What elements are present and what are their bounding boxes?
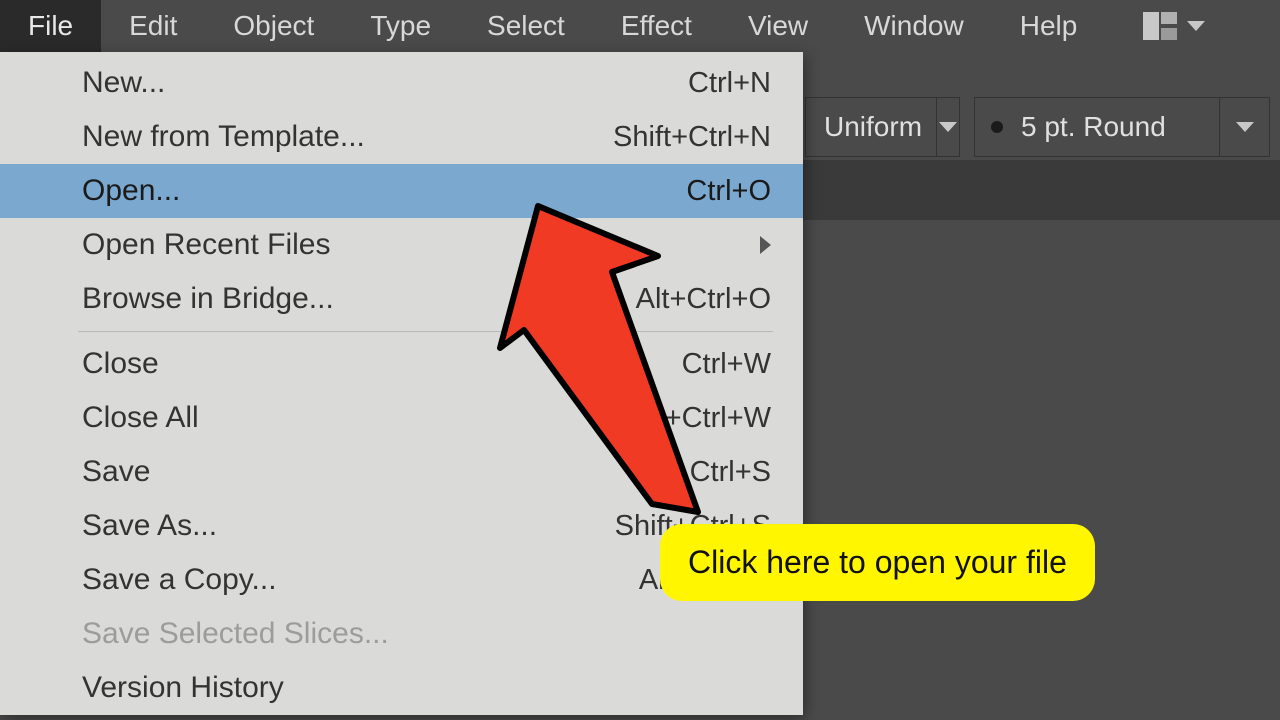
chevron-down-icon xyxy=(1236,122,1254,132)
menu-file[interactable]: File xyxy=(0,0,101,52)
menu-separator xyxy=(78,331,773,332)
stroke-profile-label: Uniform xyxy=(806,111,936,143)
menuitem-shortcut: Ctrl+O xyxy=(686,175,771,208)
menuitem-label: Save a Copy... xyxy=(82,563,277,597)
menuitem-label: Save xyxy=(82,455,150,489)
menuitem-label: Save As... xyxy=(82,509,217,543)
menuitem-shortcut: Shift+Ctrl+N xyxy=(613,121,771,154)
workspace-grid-icon xyxy=(1143,12,1177,40)
workspace-switcher[interactable] xyxy=(1143,12,1205,40)
menu-object[interactable]: Object xyxy=(205,0,342,52)
chevron-down-icon xyxy=(939,122,957,132)
menuitem-label: Browse in Bridge... xyxy=(82,282,334,316)
menuitem-label: Version History xyxy=(82,671,284,705)
menuitem-label: Save Selected Slices... xyxy=(82,617,389,651)
menu-edit[interactable]: Edit xyxy=(101,0,205,52)
menuitem-label: Open Recent Files xyxy=(82,228,330,262)
menu-view[interactable]: View xyxy=(720,0,836,52)
menuitem-shortcut: Alt+Ctrl+O xyxy=(636,283,771,316)
brush-definition-dropdown[interactable]: 5 pt. Round xyxy=(974,97,1270,157)
menuitem-label: New from Template... xyxy=(82,120,365,154)
submenu-arrow-icon xyxy=(760,236,771,254)
menuitem-open[interactable]: Open... Ctrl+O xyxy=(0,164,803,218)
menuitem-shortcut: Ctrl+W xyxy=(682,348,771,381)
menuitem-shortcut: Alt+Ctrl+W xyxy=(631,402,771,435)
menuitem-save-selected-slices: Save Selected Slices... xyxy=(0,607,803,661)
brush-preview-icon xyxy=(991,121,1003,133)
menuitem-browse-in-bridge[interactable]: Browse in Bridge... Alt+Ctrl+O xyxy=(0,272,803,326)
menuitem-label: New... xyxy=(82,66,165,100)
stroke-profile-dropdown[interactable]: Uniform xyxy=(805,97,960,157)
menuitem-close[interactable]: Close Ctrl+W xyxy=(0,337,803,391)
brush-label: 5 pt. Round xyxy=(1003,111,1180,143)
tutorial-callout: Click here to open your file xyxy=(660,524,1095,601)
menu-effect[interactable]: Effect xyxy=(593,0,720,52)
menuitem-shortcut: Ctrl+N xyxy=(688,67,771,100)
chevron-down-icon xyxy=(1187,21,1205,31)
menuitem-open-recent[interactable]: Open Recent Files xyxy=(0,218,803,272)
menuitem-shortcut: Ctrl+S xyxy=(690,456,771,489)
file-menu-dropdown: New... Ctrl+N New from Template... Shift… xyxy=(0,52,803,715)
menuitem-version-history[interactable]: Version History xyxy=(0,661,803,715)
menuitem-new[interactable]: New... Ctrl+N xyxy=(0,56,803,110)
menu-help[interactable]: Help xyxy=(992,0,1106,52)
menu-select[interactable]: Select xyxy=(459,0,593,52)
menu-window[interactable]: Window xyxy=(836,0,992,52)
menuitem-label: Close All xyxy=(82,401,199,435)
menu-type[interactable]: Type xyxy=(342,0,459,52)
menuitem-label: Open... xyxy=(82,174,180,208)
menuitem-save[interactable]: Save Ctrl+S xyxy=(0,445,803,499)
menubar: File Edit Object Type Select Effect View… xyxy=(0,0,1280,52)
menuitem-label: Close xyxy=(82,347,159,381)
menuitem-new-from-template[interactable]: New from Template... Shift+Ctrl+N xyxy=(0,110,803,164)
menuitem-close-all[interactable]: Close All Alt+Ctrl+W xyxy=(0,391,803,445)
